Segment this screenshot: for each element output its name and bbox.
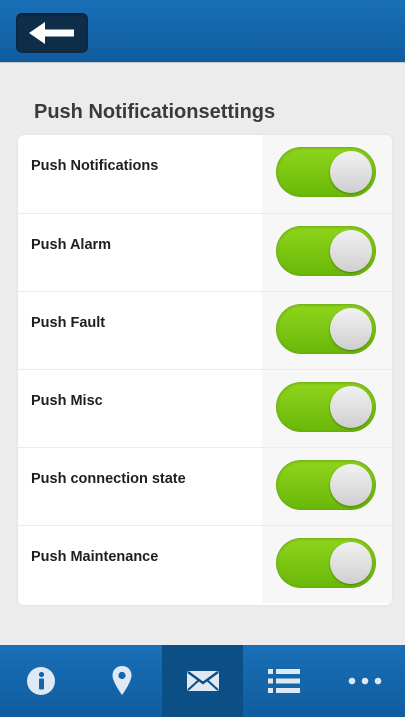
tab-list[interactable] — [243, 645, 324, 717]
setting-label: Push Misc — [31, 393, 103, 409]
tab-more[interactable] — [324, 645, 405, 717]
page-title: Push Notificationsettings — [34, 101, 276, 123]
setting-row-push-notifications: Push Notifications — [18, 135, 392, 213]
top-bar — [0, 0, 405, 62]
setting-label: Push Alarm — [31, 237, 112, 253]
push-connection-state-toggle[interactable] — [276, 460, 376, 510]
arrow-left-icon — [29, 22, 74, 44]
info-icon — [26, 667, 55, 695]
list-icon — [267, 669, 300, 693]
setting-label: Push Maintenance — [31, 549, 159, 565]
tab-info[interactable] — [0, 645, 81, 717]
toggle-knob — [330, 308, 372, 350]
setting-label: Push connection state — [31, 471, 186, 487]
toggle-knob — [330, 151, 372, 193]
tab-location[interactable] — [81, 645, 162, 717]
settings-list: Push Notifications Push Alarm Push Fault — [18, 135, 392, 605]
setting-row-push-maintenance: Push Maintenance — [18, 525, 392, 603]
push-notifications-toggle[interactable] — [276, 147, 376, 197]
push-misc-toggle[interactable] — [276, 382, 376, 432]
back-button[interactable] — [16, 13, 88, 53]
toggle-knob — [330, 386, 372, 428]
push-fault-toggle[interactable] — [276, 304, 376, 354]
location-pin-icon — [112, 666, 131, 695]
setting-label: Push Notifications — [31, 158, 159, 174]
more-icon — [348, 677, 381, 685]
push-alarm-toggle[interactable] — [276, 226, 376, 276]
setting-row-push-misc: Push Misc — [18, 369, 392, 447]
setting-row-push-connection-state: Push connection state — [18, 447, 392, 525]
toggle-knob — [330, 542, 372, 584]
push-maintenance-toggle[interactable] — [276, 538, 376, 588]
toggle-knob — [330, 230, 372, 272]
tab-messages[interactable] — [162, 645, 243, 717]
envelope-icon — [186, 670, 219, 691]
toggle-knob — [330, 464, 372, 506]
setting-label: Push Fault — [31, 315, 106, 331]
setting-row-push-alarm: Push Alarm — [18, 213, 392, 291]
setting-row-push-fault: Push Fault — [18, 291, 392, 369]
bottom-tab-bar — [0, 645, 405, 717]
